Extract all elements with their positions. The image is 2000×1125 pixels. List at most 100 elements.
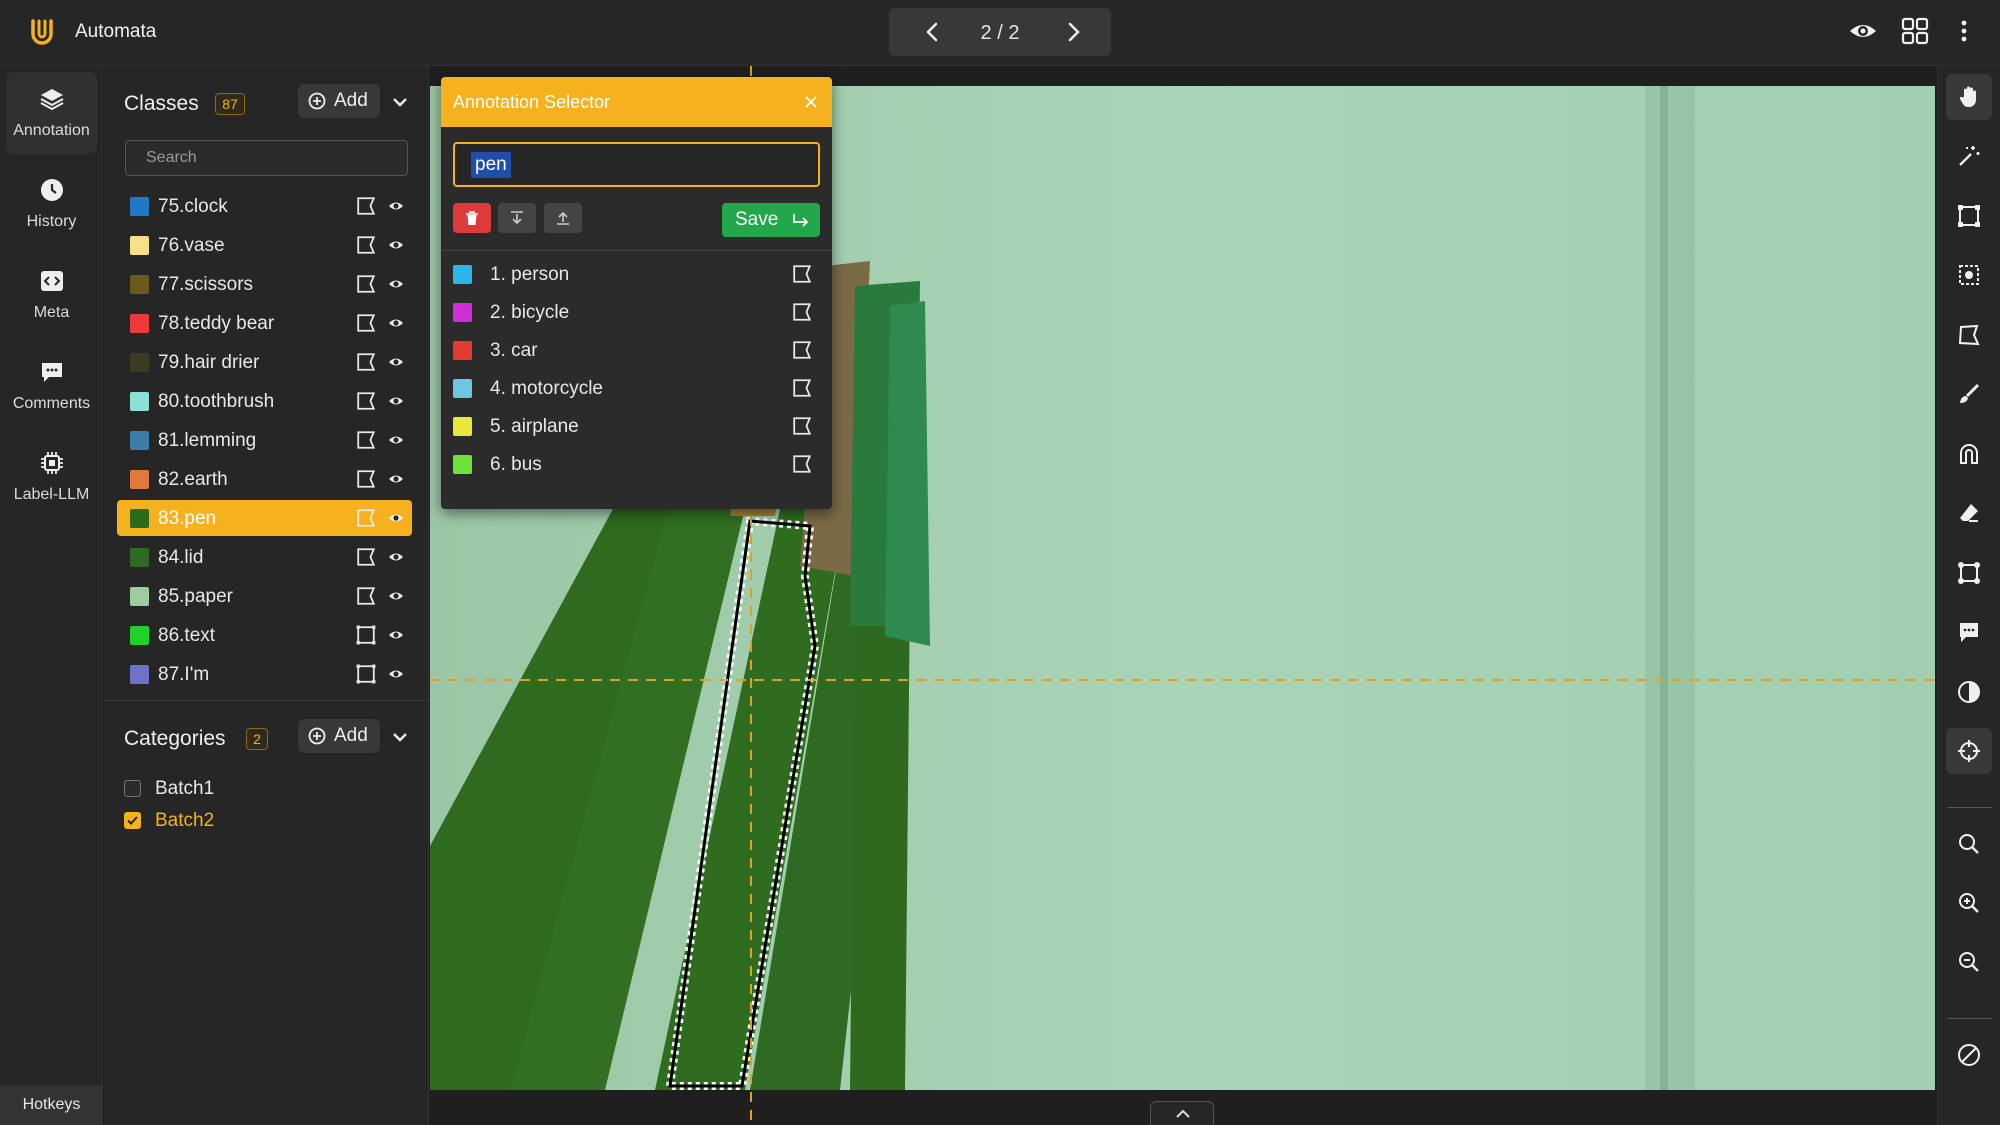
magic-wand-tool-button[interactable] (1946, 133, 1992, 179)
toolbar-divider (1947, 807, 1992, 808)
class-color-swatch (130, 431, 149, 450)
brush-tool-button[interactable] (1946, 371, 1992, 417)
polygon-shape-icon (357, 236, 376, 254)
rail-item-history[interactable]: History (6, 163, 97, 245)
chip-icon (41, 452, 63, 474)
annotation-class-option[interactable]: 4. motorcycle (453, 371, 820, 405)
crosshair-tool-button[interactable] (1946, 728, 1992, 774)
annotation-class-input[interactable]: pen (453, 142, 820, 187)
zoom-in-icon (1959, 893, 1979, 913)
search-zoom-button[interactable] (1946, 821, 1992, 867)
class-item[interactable]: 84.lid (117, 539, 412, 575)
category-checkbox[interactable] (124, 812, 141, 829)
eye-icon[interactable] (387, 511, 405, 525)
eye-icon[interactable] (387, 316, 405, 330)
magnet-tool-button[interactable] (1946, 431, 1992, 477)
class-item[interactable]: 76.vase (117, 227, 412, 263)
edit-points-tool-button[interactable] (1946, 550, 1992, 596)
zoom-out-button[interactable] (1946, 939, 1992, 985)
class-color-swatch (453, 265, 472, 284)
class-item[interactable]: 86.text (117, 617, 412, 653)
check-icon (127, 816, 138, 825)
chevron-right-icon[interactable] (1059, 18, 1087, 46)
eye-icon[interactable] (387, 238, 405, 252)
grid-layout-icon[interactable] (1900, 16, 1930, 46)
class-item[interactable]: 77.scissors (117, 266, 412, 302)
class-item[interactable]: 85.paper (117, 578, 412, 614)
annotation-class-option[interactable]: 5. airplane (453, 409, 820, 443)
zoom-out-icon (1959, 952, 1979, 972)
polygon-shape-icon (357, 431, 376, 449)
eye-icon[interactable] (1848, 16, 1878, 46)
rectangle-shape-icon (356, 664, 376, 684)
rail-item-comments[interactable]: Comments (6, 345, 97, 427)
class-option-label: 3. car (490, 340, 538, 361)
arrow-up-from-line-icon (557, 211, 569, 225)
class-item[interactable]: 78.teddy bear (117, 305, 412, 341)
class-label: 87.I'm (158, 664, 210, 685)
eye-icon[interactable] (387, 394, 405, 408)
plus-circle-icon (308, 92, 326, 110)
eye-icon[interactable] (387, 199, 405, 213)
class-item[interactable]: 75.clock (117, 188, 412, 224)
close-icon[interactable] (803, 94, 819, 110)
class-item[interactable]: 81.lemming (117, 422, 412, 458)
eye-icon[interactable] (387, 550, 405, 564)
class-item[interactable]: 82.earth (117, 461, 412, 497)
class-color-swatch (130, 314, 149, 333)
class-item[interactable]: 80.toothbrush (117, 383, 412, 419)
add-category-button[interactable]: Add (298, 719, 380, 753)
eye-icon[interactable] (387, 589, 405, 603)
class-item[interactable]: 83.pen (117, 500, 412, 536)
rail-item-label-llm[interactable]: Label-LLM (6, 436, 97, 518)
class-color-swatch (130, 587, 149, 606)
smart-select-icon (1959, 265, 1979, 285)
pan-tool-button[interactable] (1946, 74, 1992, 120)
class-color-swatch (130, 509, 149, 528)
class-item[interactable]: 79.hair drier (117, 344, 412, 380)
eye-icon[interactable] (387, 667, 405, 681)
chevron-down-icon[interactable] (390, 92, 410, 112)
eye-icon[interactable] (387, 277, 405, 291)
zoom-in-button[interactable] (1946, 880, 1992, 926)
polygon-tool-button[interactable] (1946, 312, 1992, 358)
class-label: 77.scissors (158, 274, 254, 295)
polygon-icon (1958, 324, 1980, 346)
hotkeys-button[interactable]: Hotkeys (0, 1085, 103, 1125)
eraser-tool-button[interactable] (1946, 490, 1992, 536)
rail-item-meta[interactable]: Meta (6, 254, 97, 336)
chevron-up-icon (1176, 1109, 1190, 1118)
comment-tool-button[interactable] (1946, 609, 1992, 655)
polygon-shape-icon (793, 265, 812, 283)
annotation-class-option[interactable]: 6. bus (453, 447, 820, 481)
class-color-swatch (130, 470, 149, 489)
automata-logo-icon (31, 19, 53, 45)
slash-circle-icon (1958, 1044, 1980, 1066)
more-vertical-icon[interactable] (1954, 16, 1974, 46)
chevron-down-icon[interactable] (390, 727, 410, 747)
contrast-tool-button[interactable] (1946, 669, 1992, 715)
auto-segment-tool-button[interactable] (1946, 252, 1992, 298)
bottom-panel-toggle[interactable] (1150, 1101, 1214, 1125)
save-annotation-button[interactable]: Save (722, 203, 820, 237)
send-backward-button[interactable] (498, 203, 536, 233)
eye-icon[interactable] (387, 433, 405, 447)
rail-item-annotation[interactable]: Annotation (6, 72, 97, 154)
right-toolbar (1937, 66, 2000, 1125)
annotation-class-option[interactable]: 2. bicycle (453, 295, 820, 329)
class-color-swatch (453, 417, 472, 436)
eye-icon[interactable] (387, 628, 405, 642)
delete-annotation-button[interactable] (453, 203, 491, 233)
eye-icon[interactable] (387, 472, 405, 486)
class-search-input[interactable]: Search (125, 140, 408, 176)
category-checkbox[interactable] (124, 780, 141, 797)
categories-title: Categories (124, 727, 226, 750)
bounding-box-tool-button[interactable] (1946, 193, 1992, 239)
bring-forward-button[interactable] (544, 203, 582, 233)
class-item[interactable]: 87.I'm (117, 656, 412, 692)
reset-button[interactable] (1946, 1032, 1992, 1078)
add-class-button[interactable]: Add (298, 84, 380, 118)
annotation-class-option[interactable]: 3. car (453, 333, 820, 367)
annotation-class-option[interactable]: 1. person (453, 257, 820, 291)
eye-icon[interactable] (387, 355, 405, 369)
